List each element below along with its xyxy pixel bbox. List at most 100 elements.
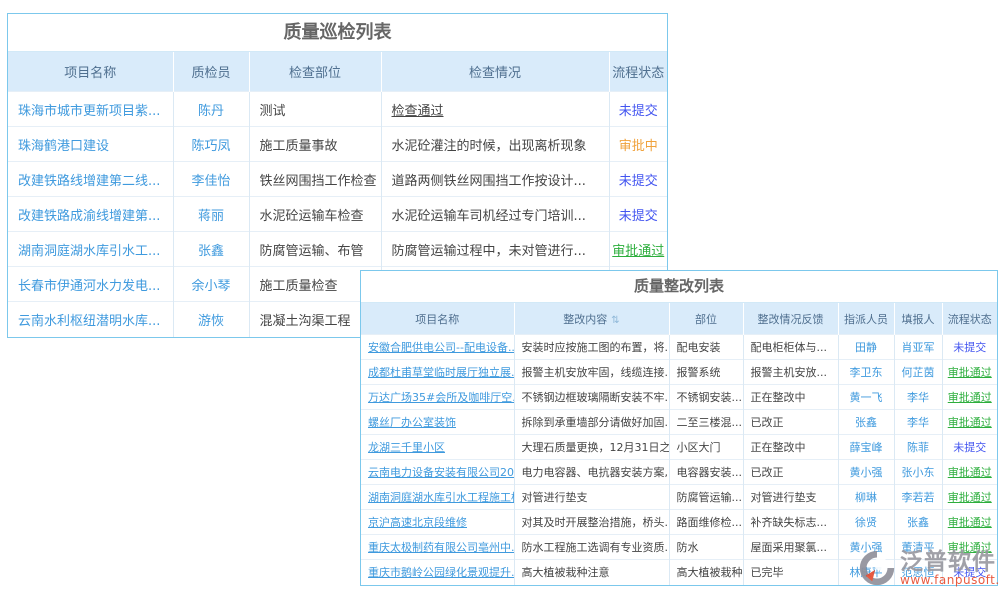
person-name: 徐贤 — [838, 510, 894, 535]
feedback-cell: 正在整改中 — [743, 385, 838, 410]
table-row: 改建铁路线增建第二线...李佳怡铁丝网围挡工作检查道路两侧铁丝网围挡工作按设计.… — [8, 162, 667, 197]
rectification-table: 项目名称整改内容⇅部位整改情况反馈指派人员填报人流程状态 安徽合肥供电公司--配… — [361, 303, 997, 585]
project-link[interactable]: 龙湖三千里小区 — [361, 435, 514, 460]
content-cell: 报警主机安放牢固，线缆连接... — [514, 360, 669, 385]
column-header-project: 项目名称 — [8, 52, 173, 92]
person-name: 陈丹 — [173, 92, 249, 127]
project-link[interactable]: 改建铁路线增建第二线... — [8, 162, 173, 197]
person-name: 李佳怡 — [173, 162, 249, 197]
feedback-cell: 屋面采用聚氯... — [743, 535, 838, 560]
column-header-label: 流程状态 — [612, 66, 664, 81]
project-link[interactable]: 珠海鹤港口建设 — [8, 127, 173, 162]
table-row: 万达广场35#会所及咖啡厅空...不锈钢边框玻璃隔断安装不牢...不锈钢安装..… — [361, 385, 997, 410]
part-cell: 防腐管运输、布管 — [249, 232, 381, 267]
person-name: 李华 — [894, 385, 942, 410]
person-name: 薛宝峰 — [838, 435, 894, 460]
status-text[interactable]: 未提交 — [609, 197, 667, 232]
content-cell: 对管进行垫支 — [514, 485, 669, 510]
person-name: 黄一飞 — [838, 385, 894, 410]
content-cell: 防水工程施工选调有专业资质... — [514, 535, 669, 560]
feedback-cell: 补齐缺失标志... — [743, 510, 838, 535]
feedback-cell: 已改正 — [743, 410, 838, 435]
column-header-label: 填报人 — [902, 313, 935, 326]
column-header-label: 项目名称 — [64, 66, 116, 81]
part-cell: 高大植被栽种 — [669, 560, 743, 585]
person-name: 田静 — [838, 335, 894, 360]
column-header-part: 检查部位 — [249, 52, 381, 92]
feedback-cell: 已完毕 — [743, 560, 838, 585]
column-header-label: 检查情况 — [469, 66, 521, 81]
person-name: 张小东 — [894, 460, 942, 485]
table-row: 龙湖三千里小区大理石质量更换，12月31日之...小区大门正在整改中薛宝峰陈菲未… — [361, 435, 997, 460]
situation-cell: 防腐管运输过程中，未对管进行... — [381, 232, 609, 267]
project-link[interactable]: 长春市伊通河水力发电... — [8, 267, 173, 302]
part-cell: 不锈钢安装... — [669, 385, 743, 410]
column-header-feedback: 整改情况反馈 — [743, 303, 838, 335]
sort-icon[interactable]: ⇅ — [611, 315, 619, 326]
status-text[interactable]: 审批通过 — [942, 485, 997, 510]
feedback-cell: 配电柜柜体与... — [743, 335, 838, 360]
content-cell: 高大植被栽种注意 — [514, 560, 669, 585]
project-link[interactable]: 云南电力设备安装有限公司20... — [361, 460, 514, 485]
status-text[interactable]: 未提交 — [942, 560, 997, 585]
project-link[interactable]: 改建铁路成渝线增建第... — [8, 197, 173, 232]
column-header-label: 质检员 — [191, 66, 230, 81]
status-text[interactable]: 未提交 — [942, 335, 997, 360]
person-name: 何芷茵 — [894, 360, 942, 385]
person-name: 陈菲 — [894, 435, 942, 460]
project-link[interactable]: 万达广场35#会所及咖啡厅空... — [361, 385, 514, 410]
inspection-table-title: 质量巡检列表 — [8, 14, 667, 52]
status-text[interactable]: 审批通过 — [942, 410, 997, 435]
project-link[interactable]: 重庆市鹅岭公园绿化景观提升... — [361, 560, 514, 585]
column-header-assignee: 指派人员 — [838, 303, 894, 335]
status-text[interactable]: 审批通过 — [942, 460, 997, 485]
status-text[interactable]: 未提交 — [942, 435, 997, 460]
table-row: 重庆市鹅岭公园绿化景观提升...高大植被栽种注意高大植被栽种已完毕林康平范思恒未… — [361, 560, 997, 585]
part-cell: 路面维修检... — [669, 510, 743, 535]
status-text[interactable]: 审批通过 — [942, 510, 997, 535]
status-text[interactable]: 审批通过 — [942, 385, 997, 410]
table-row: 云南电力设备安装有限公司20...电力电容器、电抗器安装方案,...电容器安装.… — [361, 460, 997, 485]
feedback-cell: 对管进行垫支 — [743, 485, 838, 510]
person-name: 黄小强 — [838, 535, 894, 560]
part-cell: 水泥砼运输车检查 — [249, 197, 381, 232]
table-row: 螺丝厂办公室装饰拆除到承重墙部分请做好加固...二至三楼混...已改正张鑫李华审… — [361, 410, 997, 435]
person-name: 董清平 — [894, 535, 942, 560]
person-name: 柳琳 — [838, 485, 894, 510]
person-name: 张鑫 — [173, 232, 249, 267]
person-name: 游恢 — [173, 302, 249, 337]
status-text[interactable]: 审批通过 — [942, 535, 997, 560]
project-link[interactable]: 成都杜甫草堂临时展厅独立展... — [361, 360, 514, 385]
rectification-table-title: 质量整改列表 — [361, 271, 997, 303]
column-header-label: 整改情况反馈 — [758, 313, 824, 326]
status-text[interactable]: 审批中 — [609, 127, 667, 162]
person-name: 张鑫 — [894, 510, 942, 535]
status-text[interactable]: 审批通过 — [609, 232, 667, 267]
part-cell: 防水 — [669, 535, 743, 560]
table-row: 重庆太极制药有限公司亳州中...防水工程施工选调有专业资质...防水屋面采用聚氯… — [361, 535, 997, 560]
project-link[interactable]: 湖南洞庭湖水库引水工程施工标 — [361, 485, 514, 510]
column-header-reporter: 填报人 — [894, 303, 942, 335]
part-cell: 施工质量事故 — [249, 127, 381, 162]
status-text[interactable]: 审批通过 — [942, 360, 997, 385]
project-link[interactable]: 安徽合肥供电公司--配电设备... — [361, 335, 514, 360]
person-name: 肖亚军 — [894, 335, 942, 360]
column-header-label: 检查部位 — [289, 66, 341, 81]
project-link[interactable]: 京沪高速北京段维修 — [361, 510, 514, 535]
project-link[interactable]: 重庆太极制药有限公司亳州中... — [361, 535, 514, 560]
status-text[interactable]: 未提交 — [609, 162, 667, 197]
content-cell: 拆除到承重墙部分请做好加固... — [514, 410, 669, 435]
person-name: 范思恒 — [894, 560, 942, 585]
column-header-part: 部位 — [669, 303, 743, 335]
column-header-label: 整改内容 — [563, 313, 607, 326]
content-cell: 不锈钢边框玻璃隔断安装不牢... — [514, 385, 669, 410]
person-name: 黄小强 — [838, 460, 894, 485]
project-link[interactable]: 湖南洞庭湖水库引水工... — [8, 232, 173, 267]
content-cell: 安装时应按施工图的布置，将... — [514, 335, 669, 360]
project-link[interactable]: 云南水利枢纽潜明水库... — [8, 302, 173, 337]
status-text[interactable]: 未提交 — [609, 92, 667, 127]
project-link[interactable]: 珠海市城市更新项目紫... — [8, 92, 173, 127]
person-name: 张鑫 — [838, 410, 894, 435]
part-cell: 铁丝网围挡工作检查 — [249, 162, 381, 197]
project-link[interactable]: 螺丝厂办公室装饰 — [361, 410, 514, 435]
